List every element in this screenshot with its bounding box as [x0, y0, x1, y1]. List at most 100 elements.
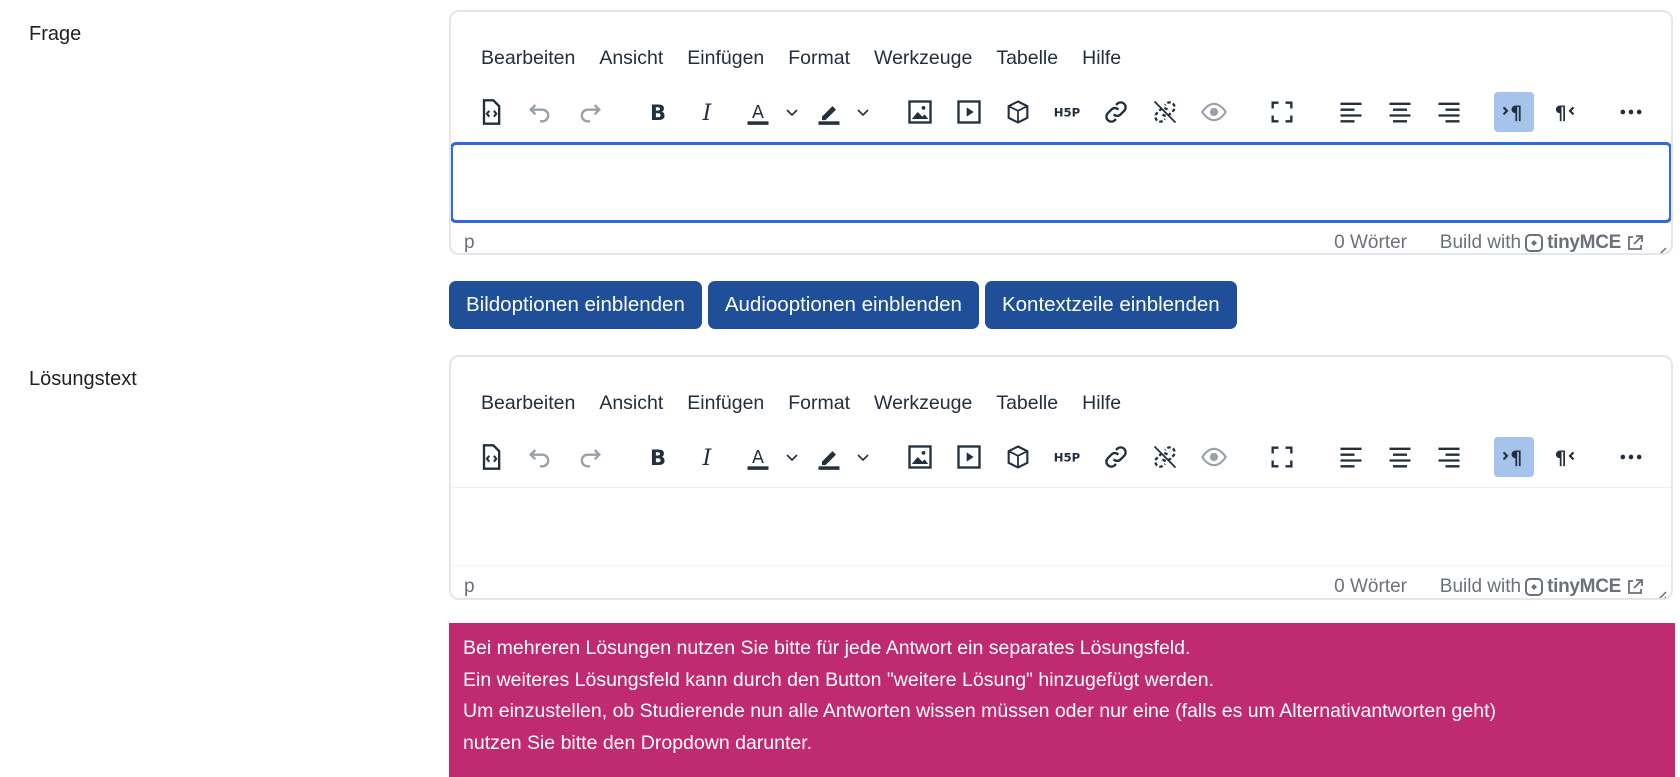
text-color-chevron-down-icon[interactable] [782, 92, 802, 132]
fullscreen-icon[interactable] [1262, 92, 1302, 132]
more-icon[interactable] [1611, 437, 1651, 477]
options-button-row: Bildoptionen einblenden Audiooptionen ei… [449, 281, 1237, 329]
highlight-color-chevron-down-icon[interactable] [853, 437, 873, 477]
unlink-icon[interactable] [1145, 437, 1185, 477]
menu-insert[interactable]: Einfügen [687, 47, 764, 76]
ltr-icon[interactable]: ¶ [1494, 437, 1534, 477]
tinymce-brand-text: tinyMCE [1547, 232, 1621, 253]
menu-edit[interactable]: Bearbeiten [481, 392, 575, 421]
h5p-content-icon[interactable] [998, 92, 1038, 132]
menu-insert[interactable]: Einfügen [687, 392, 764, 421]
menu-table[interactable]: Tabelle [996, 47, 1058, 76]
fullscreen-icon[interactable] [1262, 437, 1302, 477]
menu-tools[interactable]: Werkzeuge [874, 47, 972, 76]
source-code-icon[interactable] [471, 92, 511, 132]
svg-text:H5P: H5P [1054, 106, 1081, 120]
tinymce-branding[interactable]: Build with tinyMCE [1440, 232, 1645, 253]
align-center-icon[interactable] [1380, 437, 1420, 477]
media-icon[interactable] [949, 437, 989, 477]
alert-line: nutzen Sie bitte den Dropdown darunter. [463, 731, 813, 754]
align-left-icon[interactable] [1331, 437, 1371, 477]
menu-help[interactable]: Hilfe [1082, 47, 1121, 76]
redo-icon[interactable] [570, 92, 610, 132]
bold-icon[interactable]: B [638, 437, 678, 477]
menu-edit[interactable]: Bearbeiten [481, 47, 575, 76]
menu-table[interactable]: Tabelle [996, 392, 1058, 421]
text-color-icon[interactable]: A [738, 437, 778, 477]
tinymce-logo-icon [1525, 234, 1544, 252]
alert-line: Um einzustellen, ob Studierende nun alle… [463, 700, 1496, 722]
svg-text:I: I [702, 100, 713, 126]
menu-tools[interactable]: Werkzeuge [874, 392, 972, 421]
image-icon[interactable] [900, 437, 940, 477]
tinymce-logo-icon [1525, 578, 1544, 596]
svg-text:B: B [650, 446, 666, 470]
tinymce-brand-text: tinyMCE [1547, 576, 1621, 597]
word-count[interactable]: 0 Wörter [1334, 576, 1407, 598]
h5p-logo-icon[interactable]: H5P [1047, 437, 1087, 477]
solution-content-area[interactable] [451, 487, 1671, 567]
ltr-icon[interactable]: ¶ [1494, 92, 1534, 132]
svg-text:A: A [752, 448, 764, 468]
redo-icon[interactable] [570, 437, 610, 477]
resize-handle-icon[interactable] [1653, 587, 1667, 600]
svg-text:¶: ¶ [1510, 103, 1522, 124]
solution-info-alert: Bei mehreren Lösungen nutzen Sie bitte f… [449, 623, 1675, 777]
text-color-chevron-down-icon[interactable] [782, 437, 802, 477]
media-icon[interactable] [949, 92, 989, 132]
external-link-icon [1628, 235, 1643, 250]
rtl-icon[interactable]: ¶ [1543, 437, 1583, 477]
undo-icon[interactable] [520, 437, 560, 477]
menu-format[interactable]: Format [788, 47, 850, 76]
highlight-color-icon[interactable] [809, 92, 849, 132]
source-code-icon[interactable] [471, 437, 511, 477]
unlink-icon[interactable] [1145, 92, 1185, 132]
h5p-content-icon[interactable] [998, 437, 1038, 477]
link-icon[interactable] [1096, 92, 1136, 132]
external-link-icon [1628, 579, 1643, 594]
menu-view[interactable]: Ansicht [599, 392, 663, 421]
svg-text:H5P: H5P [1054, 451, 1081, 465]
question-editor: Bearbeiten Ansicht Einfügen Format Werkz… [449, 10, 1673, 255]
align-center-icon[interactable] [1380, 92, 1420, 132]
bold-icon[interactable]: B [638, 92, 678, 132]
align-left-icon[interactable] [1331, 92, 1371, 132]
rtl-icon[interactable]: ¶ [1543, 92, 1583, 132]
word-count[interactable]: 0 Wörter [1334, 232, 1407, 253]
audio-options-button[interactable]: Audiooptionen einblenden [707, 281, 979, 329]
alert-line: Bei mehreren Lösungen nutzen Sie bitte f… [463, 637, 1191, 659]
svg-text:¶: ¶ [1555, 103, 1567, 124]
highlight-color-icon[interactable] [809, 437, 849, 477]
svg-text:I: I [702, 445, 713, 471]
resize-handle-icon[interactable] [1653, 243, 1667, 255]
menu-help[interactable]: Hilfe [1082, 392, 1121, 421]
context-line-button[interactable]: Kontextzeile einblenden [984, 281, 1237, 329]
alert-line: Ein weiteres Lösungsfeld kann durch den … [463, 668, 1214, 691]
image-options-button[interactable]: Bildoptionen einblenden [449, 281, 702, 329]
menu-view[interactable]: Ansicht [599, 47, 663, 76]
element-path[interactable]: p [464, 576, 475, 598]
solution-editor: Bearbeiten Ansicht Einfügen Format Werkz… [449, 355, 1673, 600]
h5p-logo-icon[interactable]: H5P [1047, 92, 1087, 132]
tinymce-branding[interactable]: Build with tinyMCE [1440, 576, 1645, 598]
italic-icon[interactable]: I [687, 437, 727, 477]
question-statusbar: p 0 Wörter Build with tinyMCE [451, 223, 1671, 255]
preview-icon[interactable] [1194, 437, 1234, 477]
question-content-area[interactable] [451, 142, 1671, 223]
italic-icon[interactable]: I [687, 92, 727, 132]
undo-icon[interactable] [520, 92, 560, 132]
menu-format[interactable]: Format [788, 392, 850, 421]
preview-icon[interactable] [1194, 92, 1234, 132]
image-icon[interactable] [900, 92, 940, 132]
solution-menubar: Bearbeiten Ansicht Einfügen Format Werkz… [451, 357, 1671, 421]
svg-text:B: B [650, 101, 666, 125]
question-label: Frage [29, 23, 82, 45]
svg-text:A: A [752, 103, 764, 123]
align-right-icon[interactable] [1429, 437, 1469, 477]
element-path[interactable]: p [464, 232, 475, 253]
more-icon[interactable] [1611, 92, 1651, 132]
text-color-icon[interactable]: A [738, 92, 778, 132]
align-right-icon[interactable] [1429, 92, 1469, 132]
highlight-color-chevron-down-icon[interactable] [853, 92, 873, 132]
link-icon[interactable] [1096, 437, 1136, 477]
